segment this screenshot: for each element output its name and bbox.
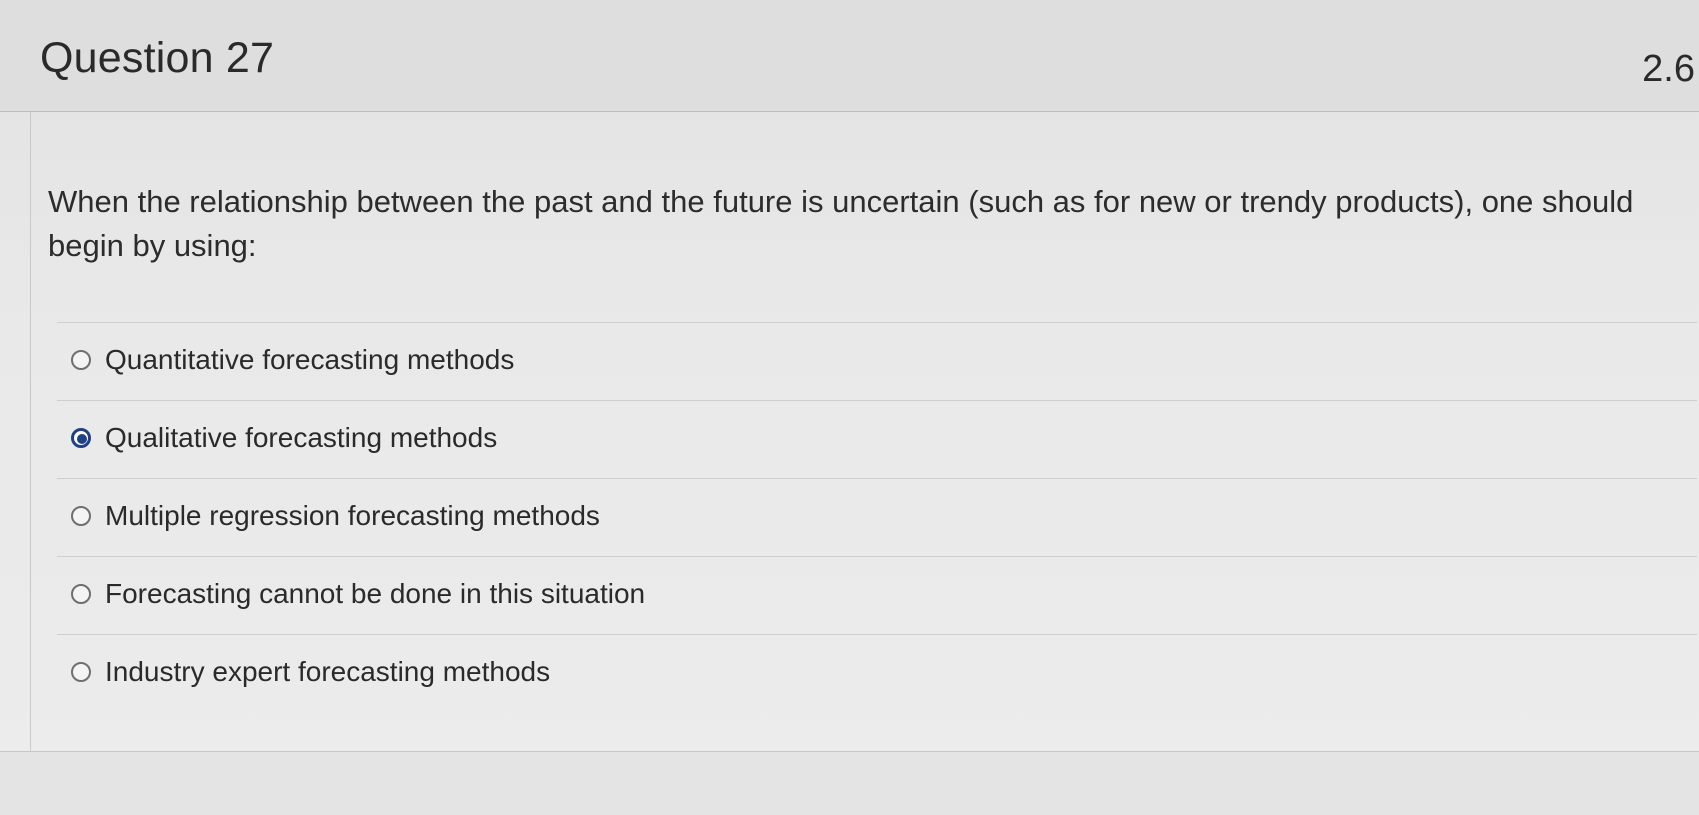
answer-label: Quantitative forecasting methods — [105, 344, 515, 375]
radio-button[interactable] — [71, 584, 91, 604]
page-footer-area — [0, 752, 1699, 815]
radio-button-selected[interactable] — [71, 428, 91, 448]
radio-button[interactable] — [71, 506, 91, 526]
question-header: Question 27 2.6 — [0, 0, 1699, 112]
radio-button[interactable] — [71, 662, 91, 682]
question-body: When the relationship between the past a… — [30, 112, 1699, 752]
answer-label: Industry expert forecasting methods — [105, 656, 551, 687]
answer-list: Quantitative forecasting methods Qualita… — [57, 322, 1697, 712]
answer-option[interactable]: Qualitative forecasting methods — [57, 400, 1697, 478]
answer-label: Multiple regression forecasting methods — [105, 500, 600, 531]
question-text: When the relationship between the past a… — [48, 184, 1634, 263]
quiz-page: Question 27 2.6 When the relationship be… — [0, 0, 1699, 815]
answer-option[interactable]: Multiple regression forecasting methods — [57, 478, 1697, 556]
radio-button[interactable] — [71, 350, 91, 370]
answer-option[interactable]: Forecasting cannot be done in this situa… — [57, 556, 1697, 634]
question-title: Question 27 — [40, 34, 275, 82]
answer-option[interactable]: Quantitative forecasting methods — [57, 322, 1697, 400]
question-card: Question 27 2.6 When the relationship be… — [0, 0, 1699, 752]
answer-label: Forecasting cannot be done in this situa… — [105, 578, 646, 609]
answer-label: Qualitative forecasting methods — [105, 422, 498, 453]
question-points: 2.6 — [1642, 48, 1695, 90]
answer-option[interactable]: Industry expert forecasting methods — [57, 634, 1697, 712]
